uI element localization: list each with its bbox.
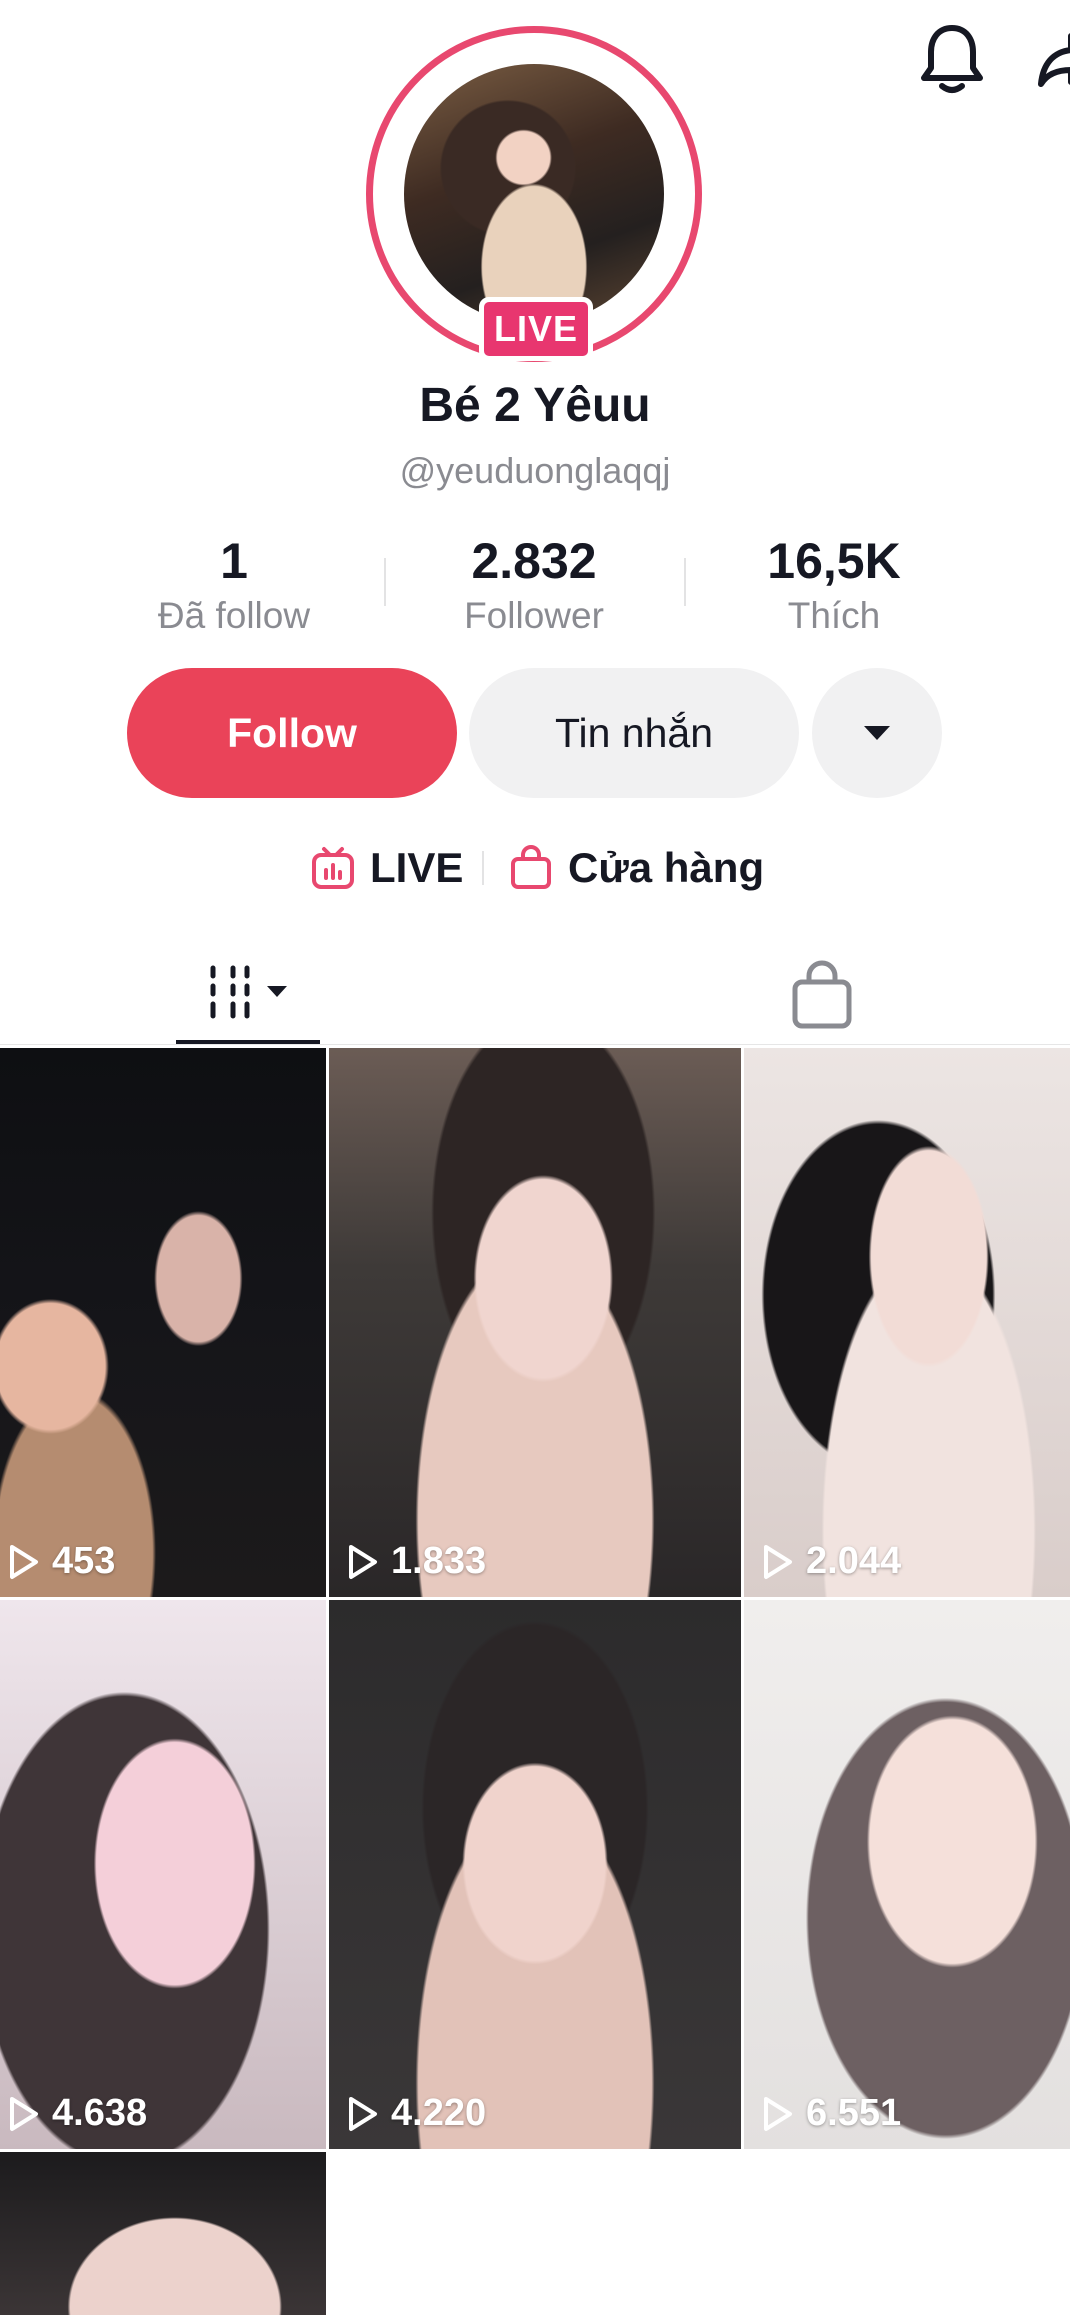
stat-label: Follower (464, 595, 604, 636)
display-name: Bé 2 Yêuu (419, 379, 651, 432)
caret-down-icon (864, 726, 890, 740)
view-count: 4.220 (347, 2092, 486, 2135)
stat-value: 16,5K (767, 533, 901, 589)
live-link-label: LIVE (370, 844, 464, 891)
play-icon (764, 2096, 792, 2131)
stat-followers[interactable]: 2.832 Follower (384, 535, 684, 637)
content-tabs (0, 940, 1070, 1045)
view-count-value: 1.833 (391, 1540, 487, 1582)
view-count: 2.044 (762, 1540, 901, 1583)
play-icon (349, 1544, 377, 1579)
shop-link[interactable]: Cửa hàng (508, 838, 764, 898)
video-tile[interactable] (0, 2152, 326, 2315)
avatar[interactable]: LIVE (366, 26, 702, 362)
video-tile[interactable]: 4.638 (0, 1600, 326, 2149)
stat-label: Thích (787, 595, 881, 636)
view-count: 6.551 (762, 2092, 901, 2135)
view-count-value: 4.638 (52, 2092, 148, 2134)
stat-likes[interactable]: 16,5K Thích (684, 535, 984, 637)
video-tile[interactable]: 453 (0, 1048, 326, 1597)
stat-value: 1 (220, 533, 248, 589)
live-badge[interactable]: LIVE (479, 297, 593, 361)
link-divider (482, 851, 484, 885)
view-count: 4.638 (8, 2092, 147, 2135)
play-icon (764, 1544, 792, 1579)
more-options-button[interactable] (812, 668, 942, 798)
stat-following[interactable]: 1 Đã follow (84, 535, 384, 637)
view-count-value: 2.044 (806, 1540, 902, 1582)
play-icon (10, 1544, 38, 1579)
profile-links: LIVE Cửa hàng (0, 838, 1070, 898)
follow-button[interactable]: Follow (127, 668, 457, 798)
bell-icon[interactable] (918, 22, 986, 96)
view-count-value: 453 (52, 1540, 116, 1582)
video-tile[interactable]: 4.220 (329, 1600, 741, 2149)
view-count-value: 6.551 (806, 2092, 902, 2134)
tab-shop[interactable] (782, 956, 862, 1036)
tab-videos[interactable] (176, 940, 320, 1044)
message-button[interactable]: Tin nhắn (469, 668, 799, 798)
video-tile[interactable]: 2.044 (744, 1048, 1070, 1597)
play-icon (10, 2096, 38, 2131)
stat-value: 2.832 (471, 533, 597, 589)
play-icon (349, 2096, 377, 2131)
video-tile[interactable]: 1.833 (329, 1048, 741, 1597)
view-count-value: 4.220 (391, 2092, 487, 2134)
avatar-image (404, 64, 664, 324)
shop-link-label: Cửa hàng (568, 844, 765, 891)
stat-label: Đã follow (157, 595, 311, 636)
username: @yeuduonglaqqj (399, 450, 671, 491)
tab-divider (0, 1044, 1070, 1045)
view-count: 453 (8, 1540, 115, 1583)
shopping-bag-icon (511, 845, 551, 889)
live-link[interactable]: LIVE (310, 838, 463, 898)
grid-icon (210, 965, 287, 1019)
video-tile[interactable]: 6.551 (744, 1600, 1070, 2149)
share-icon[interactable] (1035, 22, 1070, 96)
view-count: 1.833 (347, 1540, 486, 1583)
tv-icon (312, 847, 354, 889)
